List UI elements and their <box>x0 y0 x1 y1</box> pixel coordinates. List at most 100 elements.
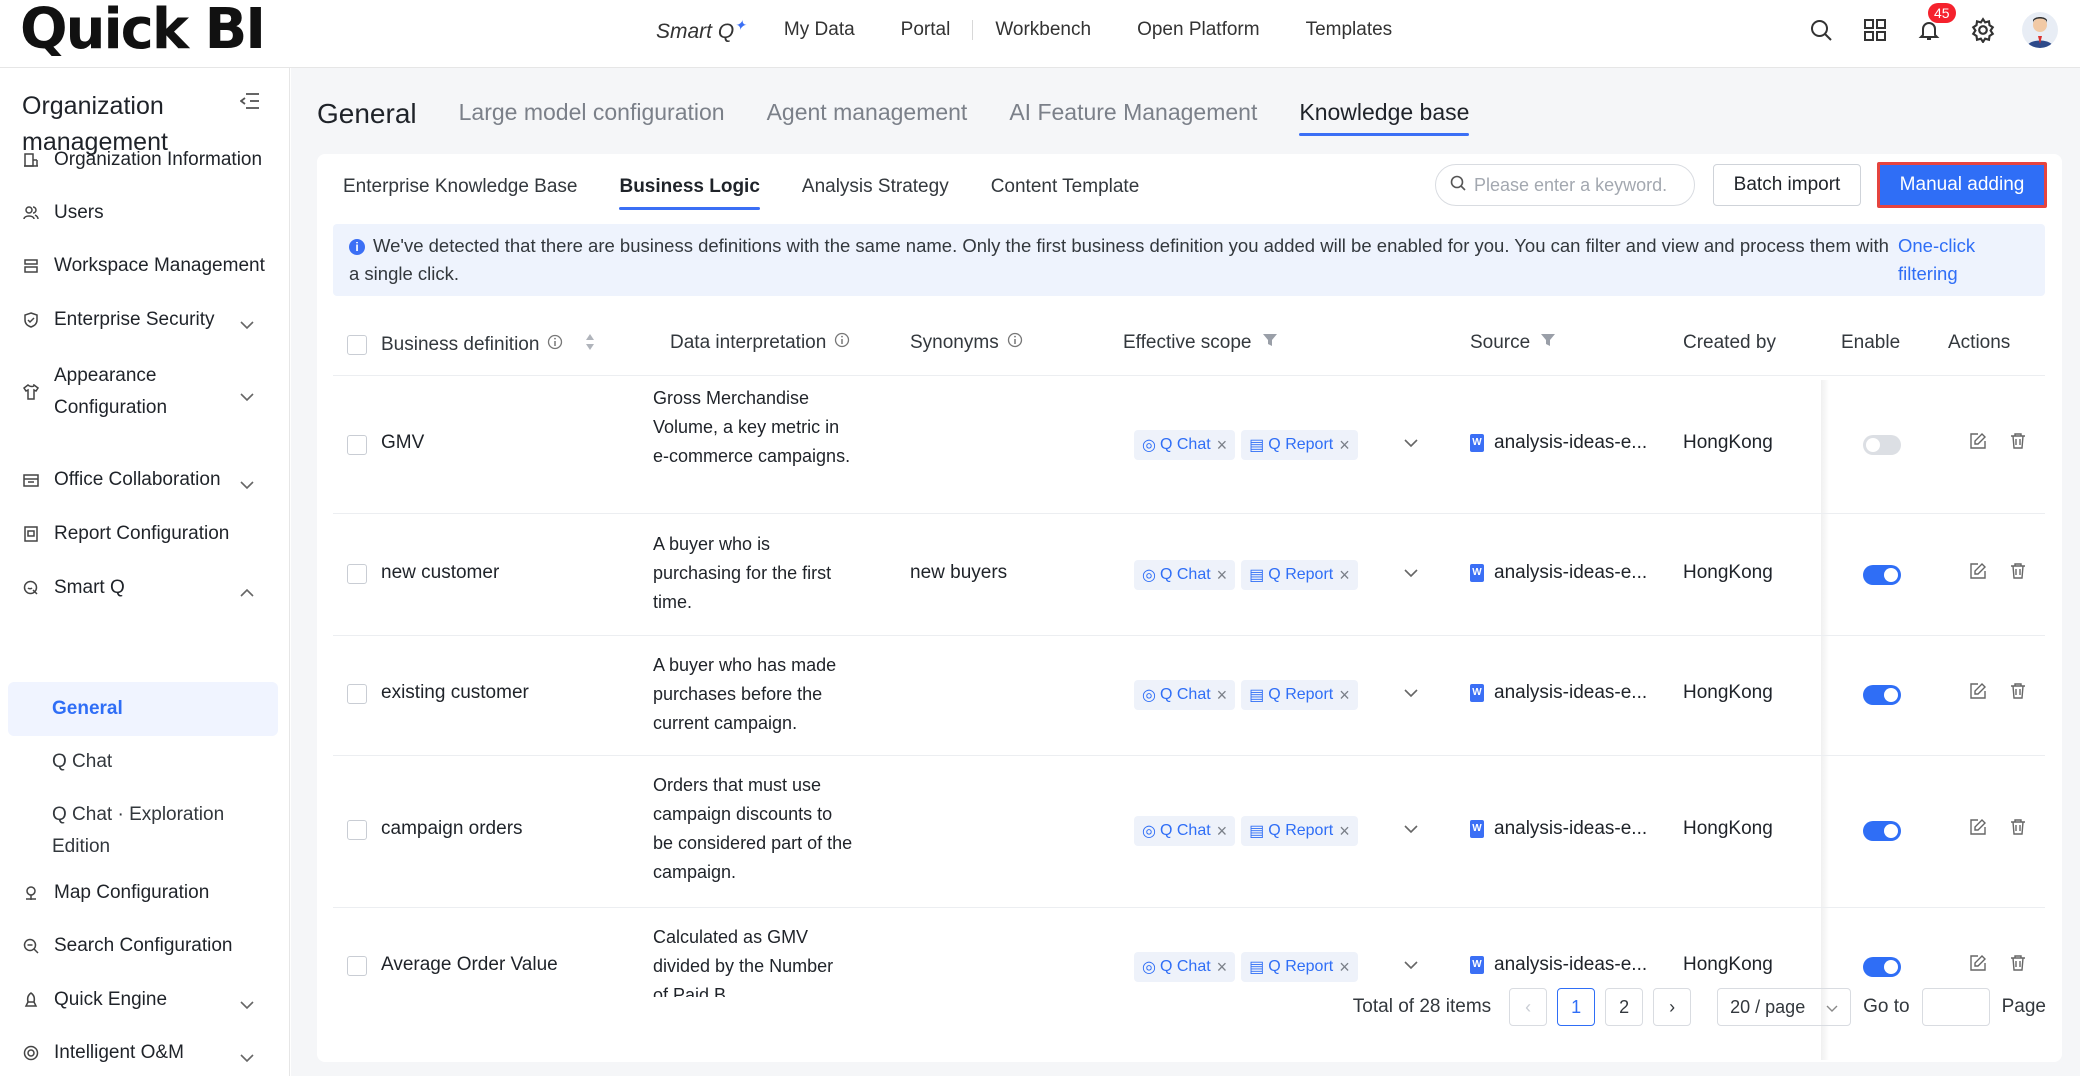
delete-icon[interactable] <box>2009 682 2027 700</box>
keyword-search[interactable] <box>1435 164 1695 206</box>
edit-icon[interactable] <box>1969 682 1987 700</box>
source[interactable]: Wanalysis-ideas-e... <box>1470 818 1647 840</box>
gear-icon[interactable] <box>1968 15 1998 45</box>
apps-grid-icon[interactable] <box>1860 15 1890 45</box>
sidebar-item-search-configuration[interactable]: Search Configuration <box>22 926 282 966</box>
prev-page-button[interactable]: ‹ <box>1509 988 1548 1026</box>
chevron-down-icon <box>240 474 254 496</box>
nav-divider <box>972 20 974 40</box>
data-interpretation: A buyer who has made purchases before th… <box>653 655 837 733</box>
edit-icon[interactable] <box>1969 818 1987 836</box>
sidebar-item-organization-information[interactable]: Organization Information <box>22 140 282 180</box>
delete-icon[interactable] <box>2009 954 2027 972</box>
enable-toggle[interactable] <box>1863 565 1901 585</box>
remove-tag-icon[interactable]: × <box>1339 957 1350 978</box>
delete-icon[interactable] <box>2009 432 2027 450</box>
next-page-button[interactable]: › <box>1653 988 1692 1026</box>
sidebar-sub-general[interactable]: General <box>52 693 123 725</box>
doc-icon: W <box>1470 434 1484 452</box>
sidebar-item-workspace-management[interactable]: Workspace Management <box>22 246 282 286</box>
nav-my-data[interactable]: My Data <box>784 19 855 41</box>
bell-icon[interactable]: 45 <box>1914 3 1956 45</box>
scope-dropdown-chevron-icon[interactable] <box>1404 438 1418 448</box>
sidebar-item-appearance-configuration[interactable]: Appearance Configuration <box>22 362 282 422</box>
table-row: existing customer A buyer who has made p… <box>333 636 2045 756</box>
enable-toggle[interactable] <box>1863 821 1901 841</box>
remove-tag-icon[interactable]: × <box>1339 685 1350 706</box>
sidebar-item-users[interactable]: Users <box>22 193 282 233</box>
sidebar-item-quick-engine[interactable]: Quick Engine <box>22 980 282 1020</box>
tab-agent-management[interactable]: Agent management <box>767 99 968 136</box>
tab-general[interactable]: General <box>317 98 417 136</box>
remove-tag-icon[interactable]: × <box>1217 957 1228 978</box>
select-all-checkbox[interactable] <box>347 335 367 355</box>
sort-icon[interactable] <box>585 332 595 358</box>
delete-icon[interactable] <box>2009 818 2027 836</box>
sidebar-item-enterprise-security[interactable]: Enterprise Security <box>22 300 282 340</box>
filter-icon[interactable] <box>1540 332 1556 354</box>
table-row: campaign orders Orders that must use cam… <box>333 756 2045 908</box>
page-2[interactable]: 2 <box>1605 988 1644 1026</box>
scope-dropdown-chevron-icon[interactable] <box>1404 568 1418 578</box>
sidebar-sub-q-chat-exploration[interactable]: Q Chat · Exploration Edition <box>52 799 252 863</box>
edit-icon[interactable] <box>1969 954 1987 972</box>
subtab-business-logic[interactable]: Business Logic <box>619 176 761 210</box>
scope-dropdown-chevron-icon[interactable] <box>1404 960 1418 970</box>
sidebar-item-map-configuration[interactable]: Map Configuration <box>22 873 282 913</box>
row-checkbox[interactable] <box>347 435 367 455</box>
source[interactable]: Wanalysis-ideas-e... <box>1470 562 1647 584</box>
row-checkbox[interactable] <box>347 956 367 976</box>
remove-tag-icon[interactable]: × <box>1217 821 1228 842</box>
remove-tag-icon[interactable]: × <box>1339 821 1350 842</box>
enable-toggle[interactable] <box>1863 957 1901 977</box>
tab-ai-feature-management[interactable]: AI Feature Management <box>1009 99 1257 136</box>
remove-tag-icon[interactable]: × <box>1339 435 1350 456</box>
search-icon[interactable] <box>1806 15 1836 45</box>
nav-workbench[interactable]: Workbench <box>995 19 1091 41</box>
sidebar-item-report-configuration[interactable]: Report Configuration <box>22 514 282 554</box>
subtab-enterprise-knowledge-base[interactable]: Enterprise Knowledge Base <box>343 176 577 210</box>
tab-knowledge-base[interactable]: Knowledge base <box>1299 99 1470 136</box>
one-click-filtering-link[interactable]: One-click filtering <box>1898 232 2018 288</box>
remove-tag-icon[interactable]: × <box>1339 565 1350 586</box>
source[interactable]: Wanalysis-ideas-e... <box>1470 432 1647 454</box>
subtab-analysis-strategy[interactable]: Analysis Strategy <box>802 176 949 210</box>
remove-tag-icon[interactable]: × <box>1217 685 1228 706</box>
delete-icon[interactable] <box>2009 562 2027 580</box>
manual-adding-button[interactable]: Manual adding <box>1877 162 2047 208</box>
collapse-sidebar-icon[interactable] <box>239 92 260 115</box>
edit-icon[interactable] <box>1969 562 1987 580</box>
nav-open-platform[interactable]: Open Platform <box>1137 19 1260 41</box>
batch-import-button[interactable]: Batch import <box>1713 164 1861 206</box>
shirt-icon <box>22 383 40 401</box>
source[interactable]: Wanalysis-ideas-e... <box>1470 954 1647 976</box>
remove-tag-icon[interactable]: × <box>1217 565 1228 586</box>
remove-tag-icon[interactable]: × <box>1217 435 1228 456</box>
subtab-content-template[interactable]: Content Template <box>991 176 1140 210</box>
sidebar-item-office-collaboration[interactable]: Office Collaboration <box>22 460 282 500</box>
nav-templates[interactable]: Templates <box>1306 19 1393 41</box>
page-1[interactable]: 1 <box>1557 988 1596 1026</box>
nav-portal[interactable]: Portal <box>901 19 951 41</box>
row-checkbox[interactable] <box>347 564 367 584</box>
scope-dropdown-chevron-icon[interactable] <box>1404 824 1418 834</box>
sidebar-item-intelligent-om[interactable]: Intelligent O&M <box>22 1033 282 1073</box>
user-avatar[interactable] <box>2022 12 2058 48</box>
filter-icon[interactable] <box>1262 332 1278 354</box>
enable-toggle[interactable] <box>1863 685 1901 705</box>
enable-toggle[interactable] <box>1863 435 1901 455</box>
created-by: HongKong <box>1683 682 1773 703</box>
row-checkbox[interactable] <box>347 820 367 840</box>
search-input[interactable] <box>1474 174 1684 196</box>
nav-smart-q[interactable]: Smart Q✦ <box>656 17 746 44</box>
tab-large-model-configuration[interactable]: Large model configuration <box>459 99 725 136</box>
row-checkbox[interactable] <box>347 684 367 704</box>
scope-dropdown-chevron-icon[interactable] <box>1404 688 1418 698</box>
page-size-select[interactable]: 20 / page <box>1717 988 1852 1026</box>
quick-bi-logo[interactable]: Quick BI <box>20 2 266 58</box>
sidebar-sub-q-chat[interactable]: Q Chat <box>52 746 112 778</box>
source[interactable]: Wanalysis-ideas-e... <box>1470 682 1647 704</box>
sidebar-item-smart-q[interactable]: Smart Q <box>22 568 282 608</box>
edit-icon[interactable] <box>1969 432 1987 450</box>
goto-page-input[interactable] <box>1921 988 1990 1026</box>
